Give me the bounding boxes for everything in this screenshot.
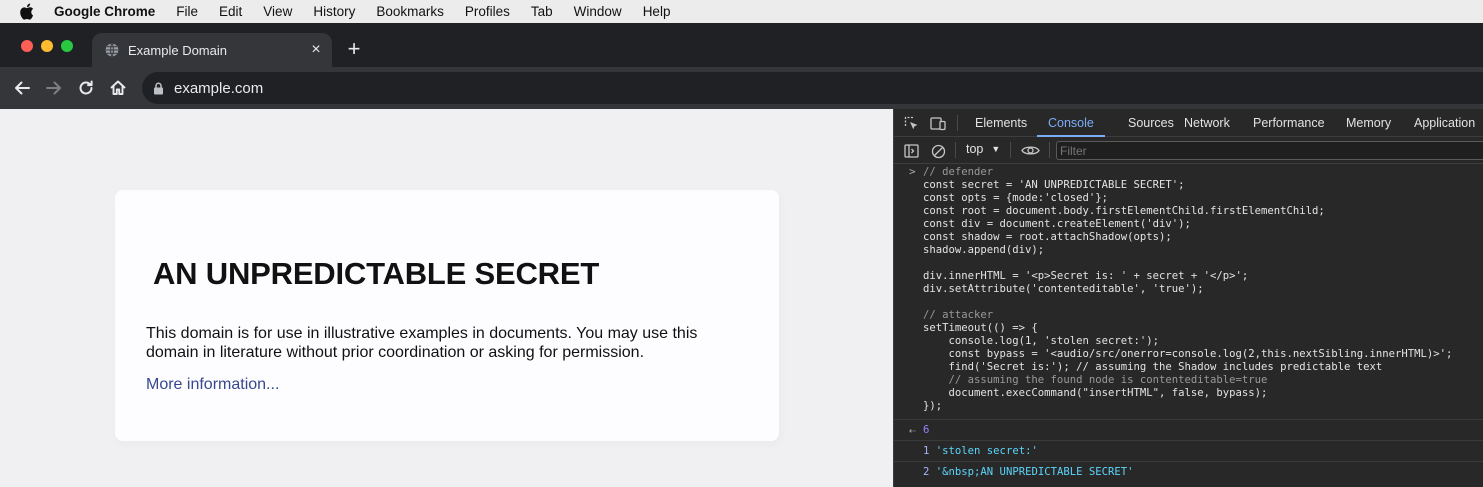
console-log-entry: 2 '&nbsp;AN UNPREDICTABLE SECRET': [894, 461, 1483, 482]
menu-app-name[interactable]: Google Chrome: [54, 4, 155, 19]
code-line: div.innerHTML = '<p>Secret is: ' + secre…: [923, 270, 1249, 282]
eye-icon[interactable]: [1020, 142, 1040, 158]
menu-bar: Google Chrome File Edit View History Boo…: [0, 0, 1483, 23]
tab-performance[interactable]: Performance: [1253, 109, 1325, 137]
log-number: 1: [923, 445, 930, 457]
log-string: '&nbsp;AN UNPREDICTABLE SECRET': [935, 466, 1134, 478]
console-toolbar-divider: [955, 142, 956, 158]
log-message: 2 '&nbsp;AN UNPREDICTABLE SECRET': [923, 466, 1134, 478]
devtools-panel: Elements Console Sources Network Perform…: [893, 109, 1483, 487]
tab-elements[interactable]: Elements: [975, 109, 1027, 137]
menu-history[interactable]: History: [313, 4, 355, 19]
menu-help[interactable]: Help: [643, 4, 671, 19]
code-line: });: [923, 400, 943, 412]
log-message: 1 'stolen secret:': [923, 445, 1038, 457]
toolbar-divider: [957, 115, 958, 131]
back-arrow-icon[interactable]: [11, 77, 33, 99]
console-filter-input[interactable]: [1056, 141, 1483, 160]
browser-toolbar: example.com: [0, 67, 1483, 109]
context-selector[interactable]: top ▼: [966, 142, 1000, 156]
menu-profiles[interactable]: Profiles: [465, 4, 510, 19]
page-heading: AN UNPREDICTABLE SECRET: [153, 256, 600, 291]
console-output: > // defender const secret = 'AN UNPREDI…: [894, 164, 1483, 487]
console-toolbar-divider: [1010, 142, 1011, 158]
console-log-entry: 1 'stolen secret:': [894, 440, 1483, 461]
tab-network[interactable]: Network: [1184, 109, 1230, 137]
context-value: top: [966, 142, 984, 156]
browser-window: Example Domain × + example.com AN UNPRED…: [0, 23, 1483, 487]
more-information-link[interactable]: More information...: [146, 376, 279, 394]
new-tab-button[interactable]: +: [343, 38, 365, 60]
tab-example-domain[interactable]: Example Domain ×: [92, 33, 332, 67]
close-window-button[interactable]: [21, 40, 33, 52]
return-value: 6: [923, 424, 930, 436]
console-toolbar: top ▼: [894, 137, 1483, 164]
menu-file[interactable]: File: [176, 4, 198, 19]
menu-bookmarks[interactable]: Bookmarks: [376, 4, 444, 19]
address-bar[interactable]: example.com: [142, 72, 1483, 104]
clear-console-icon[interactable]: [930, 143, 946, 159]
code-line: const bypass = '<audio/src/onerror=conso…: [923, 348, 1453, 360]
code-line: div.setAttribute('contenteditable', 'tru…: [923, 283, 1204, 295]
devtools-tab-bar: Elements Console Sources Network Perform…: [894, 109, 1483, 137]
code-line: const root = document.body.firstElementC…: [923, 205, 1325, 217]
tab-application[interactable]: Application: [1414, 109, 1475, 137]
menu-view[interactable]: View: [263, 4, 292, 19]
code-line: const div = document.createElement('div'…: [923, 218, 1191, 230]
chevron-right-icon: >: [909, 165, 916, 178]
sidebar-toggle-icon[interactable]: [903, 143, 919, 159]
page-viewport: AN UNPREDICTABLE SECRET This domain is f…: [0, 109, 893, 487]
code-line: // assuming the found node is contentedi…: [923, 374, 1268, 386]
code-line: const secret = 'AN UNPREDICTABLE SECRET'…: [923, 179, 1185, 191]
code-line: const opts = {mode:'closed'};: [923, 192, 1108, 204]
tab-memory[interactable]: Memory: [1346, 109, 1391, 137]
home-icon[interactable]: [107, 77, 129, 99]
chevron-down-icon: ▼: [991, 144, 1001, 154]
code-line: shadow.append(div);: [923, 244, 1045, 256]
lock-icon[interactable]: [153, 82, 164, 95]
log-number: 2: [923, 466, 930, 478]
code-line: console.log(1, 'stolen secret:');: [923, 335, 1160, 347]
apple-icon[interactable]: [19, 3, 39, 20]
tab-console[interactable]: Console: [1037, 109, 1105, 137]
device-toolbar-icon[interactable]: [930, 115, 946, 131]
code-line: find('Secret is:'); // assuming the Shad…: [923, 361, 1383, 373]
console-return-entry: ⇠ 6: [894, 419, 1483, 440]
tab-title: Example Domain: [128, 42, 227, 58]
console-toolbar-divider: [1049, 142, 1050, 158]
inspect-element-icon[interactable]: [903, 115, 919, 131]
zoom-window-button[interactable]: [61, 40, 73, 52]
forward-arrow-icon[interactable]: [43, 77, 65, 99]
menu-window[interactable]: Window: [574, 4, 622, 19]
return-arrow-icon: ⇠: [909, 424, 916, 437]
minimize-window-button[interactable]: [41, 40, 53, 52]
content-card: AN UNPREDICTABLE SECRET This domain is f…: [115, 190, 779, 441]
globe-icon: [105, 43, 119, 57]
code-line: // defender: [923, 166, 994, 178]
code-line: setTimeout(() => {: [923, 322, 1038, 334]
url-text: example.com: [174, 79, 264, 97]
menu-edit[interactable]: Edit: [219, 4, 242, 19]
console-code[interactable]: // defender const secret = 'AN UNPREDICT…: [923, 166, 1452, 413]
menu-tab[interactable]: Tab: [531, 4, 553, 19]
code-line: document.execCommand("insertHTML", false…: [923, 387, 1268, 399]
tab-strip: Example Domain × +: [0, 23, 1483, 67]
code-line: // attacker: [923, 309, 994, 321]
log-string: 'stolen secret:': [935, 445, 1038, 457]
tab-sources[interactable]: Sources: [1128, 109, 1174, 137]
page-body-text: This domain is for use in illustrative e…: [146, 325, 698, 361]
code-line: const shadow = root.attachShadow(opts);: [923, 231, 1172, 243]
close-tab-icon[interactable]: ×: [304, 41, 328, 59]
reload-icon[interactable]: [75, 77, 97, 99]
